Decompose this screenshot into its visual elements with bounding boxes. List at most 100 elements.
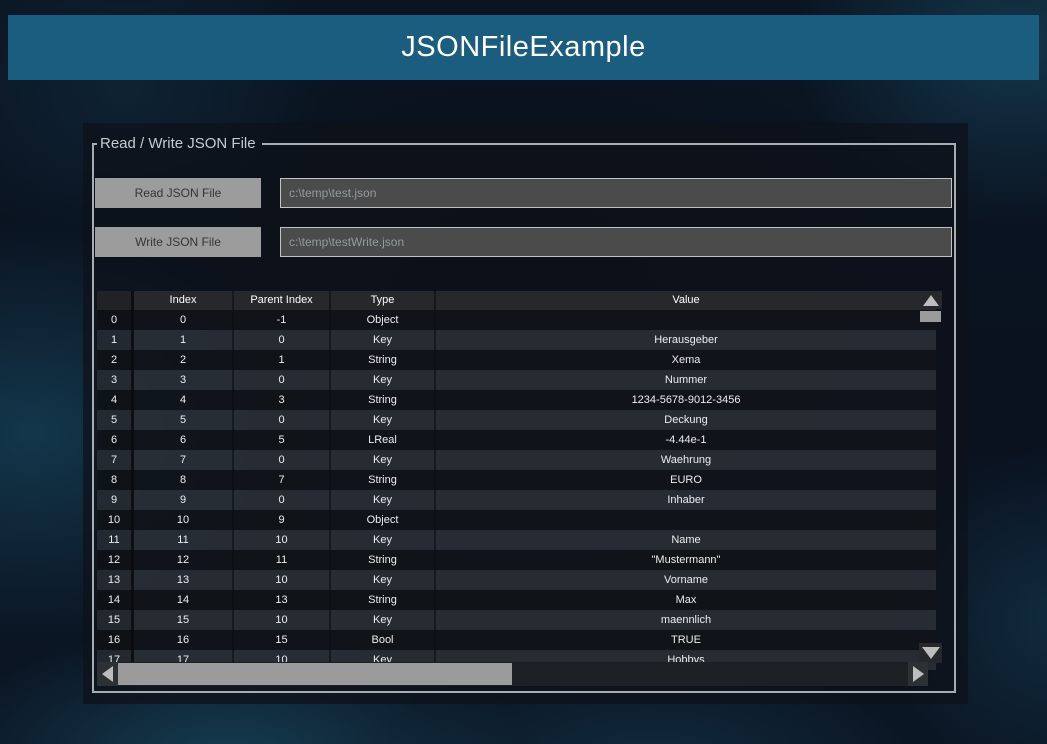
- row-header-cell: 2: [97, 350, 134, 370]
- scroll-left-icon: [102, 666, 113, 682]
- cell: 8: [134, 470, 234, 490]
- table-row[interactable]: 151510Keymaennlich: [97, 610, 936, 630]
- read-json-button[interactable]: Read JSON File: [95, 178, 261, 208]
- vertical-scrollbar[interactable]: [919, 291, 942, 663]
- cell: 1234-5678-9012-3456: [436, 390, 936, 410]
- cell: 15: [234, 630, 331, 650]
- scroll-right-button[interactable]: [908, 662, 928, 686]
- cell: maennlich: [436, 610, 936, 630]
- json-table: IndexParent IndexTypeValue 00-1Object110…: [97, 291, 952, 689]
- row-header-cell: 8: [97, 470, 134, 490]
- cell: 16: [134, 630, 234, 650]
- cell: 0: [234, 370, 331, 390]
- cell: 1: [134, 330, 234, 350]
- table-row[interactable]: 10109Object: [97, 510, 936, 530]
- cell: Bool: [331, 630, 436, 650]
- vertical-scrollbar-thumb[interactable]: [920, 311, 941, 322]
- table-row[interactable]: 00-1Object: [97, 310, 936, 330]
- cell: Key: [331, 530, 436, 550]
- groupbox-label: Read / Write JSON File: [97, 135, 262, 152]
- page-title: JSONFileExample: [401, 31, 645, 64]
- cell: Key: [331, 370, 436, 390]
- table-row[interactable]: 887StringEURO: [97, 470, 936, 490]
- cell: 3: [234, 390, 331, 410]
- cell: 9: [234, 510, 331, 530]
- row-header-cell: 12: [97, 550, 134, 570]
- table-header-row: IndexParent IndexTypeValue: [97, 291, 936, 310]
- cell: Key: [331, 410, 436, 430]
- horizontal-scrollbar[interactable]: [97, 662, 928, 686]
- table-row[interactable]: 443String1234-5678-9012-3456: [97, 390, 936, 410]
- scroll-left-button[interactable]: [97, 662, 118, 686]
- cell: -1: [234, 310, 331, 330]
- cell: 0: [234, 490, 331, 510]
- cell: Name: [436, 530, 936, 550]
- table-row[interactable]: 131310KeyVorname: [97, 570, 936, 590]
- horizontal-scrollbar-thumb[interactable]: [118, 663, 512, 685]
- scroll-up-button[interactable]: [919, 291, 942, 309]
- table-row[interactable]: 141413StringMax: [97, 590, 936, 610]
- table-row[interactable]: 110KeyHerausgeber: [97, 330, 936, 350]
- cell: Key: [331, 490, 436, 510]
- column-header-value: Value: [436, 291, 936, 310]
- cell: 0: [134, 310, 234, 330]
- cell: 11: [234, 550, 331, 570]
- column-header-index: Index: [134, 291, 234, 310]
- table-row[interactable]: 550KeyDeckung: [97, 410, 936, 430]
- cell: 15: [134, 610, 234, 630]
- cell: 10: [234, 530, 331, 550]
- row-header-cell: 16: [97, 630, 134, 650]
- cell: Key: [331, 450, 436, 470]
- cell: 14: [134, 590, 234, 610]
- table-row[interactable]: 770KeyWaehrung: [97, 450, 936, 470]
- cell: String: [331, 590, 436, 610]
- cell: Waehrung: [436, 450, 936, 470]
- row-header-cell: 11: [97, 530, 134, 550]
- cell: Key: [331, 610, 436, 630]
- cell: "Mustermann": [436, 550, 936, 570]
- cell: Herausgeber: [436, 330, 936, 350]
- cell: Object: [331, 510, 436, 530]
- row-header-cell: 6: [97, 430, 134, 450]
- column-header-type: Type: [331, 291, 436, 310]
- scroll-down-icon: [922, 647, 940, 659]
- write-path-input[interactable]: [280, 227, 952, 257]
- write-json-button[interactable]: Write JSON File: [95, 227, 261, 257]
- row-header-cell: 13: [97, 570, 134, 590]
- cell: String: [331, 390, 436, 410]
- cell: 13: [134, 570, 234, 590]
- table-row[interactable]: 990KeyInhaber: [97, 490, 936, 510]
- cell: 0: [234, 330, 331, 350]
- horizontal-scrollbar-track[interactable]: [512, 662, 908, 686]
- table-row[interactable]: 111110KeyName: [97, 530, 936, 550]
- row-header-cell: 9: [97, 490, 134, 510]
- cell: Xema: [436, 350, 936, 370]
- row-header-cell: 5: [97, 410, 134, 430]
- cell: 12: [134, 550, 234, 570]
- row-header-cell: 15: [97, 610, 134, 630]
- cell: EURO: [436, 470, 936, 490]
- table-body: 00-1Object110KeyHerausgeber221StringXema…: [97, 310, 936, 670]
- cell: -4.44e-1: [436, 430, 936, 450]
- cell: 7: [134, 450, 234, 470]
- cell: 10: [234, 610, 331, 630]
- cell: 9: [134, 490, 234, 510]
- table-row[interactable]: 121211String"Mustermann": [97, 550, 936, 570]
- row-header-cell: 1: [97, 330, 134, 350]
- cell: Object: [331, 310, 436, 330]
- table-row[interactable]: 665LReal-4.44e-1: [97, 430, 936, 450]
- row-header-cell: 4: [97, 390, 134, 410]
- table-row[interactable]: 161615BoolTRUE: [97, 630, 936, 650]
- cell: 13: [234, 590, 331, 610]
- table-row[interactable]: 330KeyNummer: [97, 370, 936, 390]
- table-row[interactable]: 221StringXema: [97, 350, 936, 370]
- main-panel: Read / Write JSON File Read JSON File Wr…: [83, 123, 968, 704]
- cell: String: [331, 550, 436, 570]
- row-header-cell: 7: [97, 450, 134, 470]
- cell: 0: [234, 410, 331, 430]
- cell: LReal: [331, 430, 436, 450]
- row-header-cell: 10: [97, 510, 134, 530]
- cell: String: [331, 470, 436, 490]
- scroll-down-button[interactable]: [919, 643, 942, 663]
- read-path-input[interactable]: [280, 178, 952, 208]
